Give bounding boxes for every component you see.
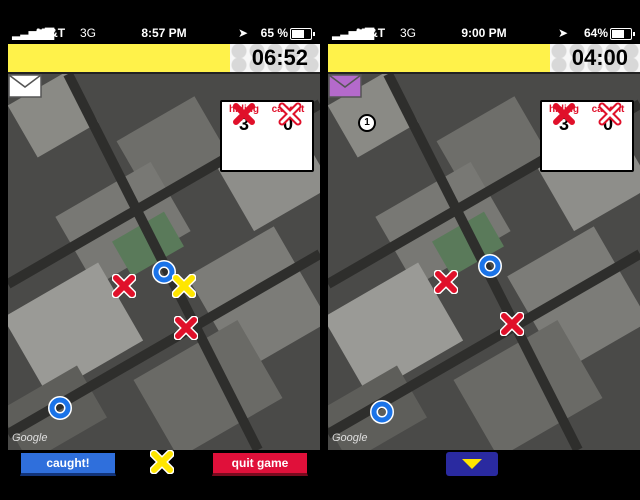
battery-percent: 65 % bbox=[260, 26, 288, 40]
location-icon: ➤ bbox=[237, 26, 248, 40]
red-x-marker[interactable] bbox=[112, 274, 136, 298]
caught-button[interactable]: caught! bbox=[20, 452, 116, 476]
blue-o-marker[interactable] bbox=[370, 400, 394, 424]
chevron-down-icon bbox=[462, 459, 482, 469]
satellite-map[interactable]: hiding 3 caught 0 bbox=[8, 74, 320, 450]
bottom-toolbar: caught! quit game bbox=[8, 450, 320, 476]
battery-icon bbox=[290, 28, 315, 40]
google-attribution: Google bbox=[332, 432, 368, 444]
red-x-marker[interactable] bbox=[434, 270, 458, 294]
envelope-icon[interactable] bbox=[8, 74, 42, 98]
envelope-icon[interactable] bbox=[328, 74, 362, 98]
bottom-toolbar bbox=[328, 450, 640, 476]
caught-x-outline-icon bbox=[598, 102, 622, 126]
battery-icon bbox=[610, 28, 635, 40]
battery-percent: 64% bbox=[583, 26, 608, 40]
caught-x-outline-icon bbox=[278, 102, 302, 126]
yellow-x-icon bbox=[150, 450, 174, 474]
satellite-map[interactable]: 1 hiding 3 caught 0 bbox=[328, 74, 640, 450]
red-x-marker[interactable] bbox=[174, 316, 198, 340]
blue-o-marker[interactable] bbox=[48, 396, 72, 420]
phone-screen-left: ▂▃▅▆▇ AT&T 3G 8:57 PM ➤ 65 % 06:52 hidin… bbox=[8, 22, 320, 476]
expand-toolbar-button[interactable] bbox=[446, 452, 498, 476]
countdown-timer: 06:52 bbox=[251, 45, 308, 70]
red-x-marker[interactable] bbox=[500, 312, 524, 336]
phone-screen-right: ▂▃▅▆▇ AT&T 3G 9:00 PM ➤ 64% 04:00 1 hidi… bbox=[328, 22, 640, 476]
blue-o-marker[interactable] bbox=[478, 254, 502, 278]
message-count-badge: 1 bbox=[358, 114, 376, 132]
timer-bar: 04:00 bbox=[328, 44, 640, 74]
timer-bar: 06:52 bbox=[8, 44, 320, 74]
google-attribution: Google bbox=[12, 432, 48, 444]
hiding-x-icon bbox=[553, 103, 575, 125]
score-panel: hiding 3 caught 0 bbox=[220, 100, 314, 172]
score-panel: hiding 3 caught 0 bbox=[540, 100, 634, 172]
countdown-timer: 04:00 bbox=[571, 45, 628, 70]
location-icon: ➤ bbox=[557, 26, 568, 40]
status-bar: ▂▃▅▆▇ AT&T 3G 9:00 PM ➤ 64% bbox=[328, 22, 640, 44]
hiding-x-icon bbox=[233, 103, 255, 125]
quit-game-button[interactable]: quit game bbox=[212, 452, 308, 476]
yellow-x-marker[interactable] bbox=[172, 274, 196, 298]
status-bar: ▂▃▅▆▇ AT&T 3G 8:57 PM ➤ 65 % bbox=[8, 22, 320, 44]
